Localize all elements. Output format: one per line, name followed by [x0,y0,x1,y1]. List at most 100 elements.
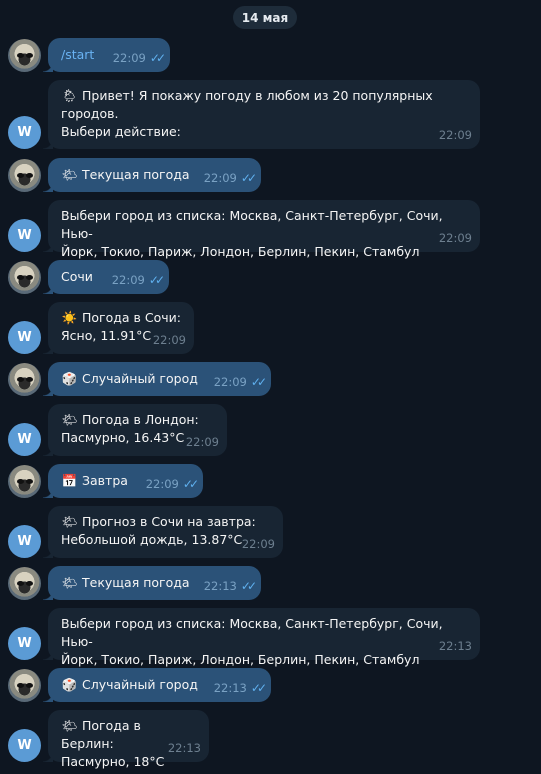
bot-avatar[interactable]: W [8,525,41,558]
bot-avatar[interactable]: W [8,627,41,660]
emoji-icon: 🌤 [61,718,78,733]
user-avatar[interactable] [8,567,41,600]
message-time: 22:13 [438,639,472,653]
emoji-icon: 🎲 [61,371,78,386]
message-body: Случайный город [82,677,198,692]
message-time: 22:09 [185,435,219,449]
message-row: W 🌤 Прогноз в Сочи на завтра: Небольшой до… [0,506,541,558]
message-time: 22:09 [152,333,186,347]
bubble-tail [43,139,53,149]
message-body: Прогноз в Сочи на завтра: Небольшой дожд… [61,514,256,547]
outgoing-message[interactable]: 📅 Завтра 22:09 ✓✓ [43,464,203,498]
read-check-icon: ✓✓ [240,579,257,593]
message-body: Погода в Лондон: Пасмурно, 16.43°C [61,412,199,445]
message-meta: 22:09 [186,433,219,451]
outgoing-message[interactable]: 🎲 Случайный город 22:09 ✓✓ [43,362,271,396]
message-row: 🎲 Случайный город 22:09 ✓✓ [0,362,541,396]
date-label: 14 мая [241,10,289,25]
bot-avatar[interactable]: W [8,321,41,354]
message-meta: 22:13 [168,739,201,757]
bubble-tail [43,344,53,354]
incoming-message[interactable]: 🌤 Прогноз в Сочи на завтра: Небольшой дож… [43,506,283,558]
message-text: Выбери город из списка: Москва, Санкт-Пе… [61,207,468,261]
message-text: 🌤 Прогноз в Сочи на завтра: Небольшой дож… [61,513,271,549]
outgoing-message[interactable]: Сочи 22:09 ✓✓ [43,260,169,294]
read-check-icon: ✓✓ [149,51,166,65]
bot-avatar-letter: W [17,738,32,753]
bubble-tail [43,548,53,558]
message-row: 🌤 Текущая погода 22:13 ✓✓ [0,566,541,600]
message-row: W 🌤 Погода в Берлин: Пасмурно, 18°C 22:13 [0,710,541,769]
user-avatar[interactable] [8,363,41,396]
message-time: 22:09 [438,231,472,245]
bot-avatar[interactable]: W [8,116,41,149]
incoming-message[interactable]: 🌦 Привет! Я покажу погоду в любом из 20 п… [43,80,480,149]
message-meta: 22:09 ✓✓ [203,169,257,187]
message-body: Выбери город из списка: Москва, Санкт-Пе… [61,616,443,667]
message-time: 22:09 [112,51,146,65]
user-avatar[interactable] [8,465,41,498]
message-meta: 22:09 [439,126,472,144]
user-avatar[interactable] [8,159,41,192]
emoji-icon: 🌤 [61,167,78,182]
message-body: Случайный город [82,371,198,386]
bot-avatar-letter: W [17,534,32,549]
outgoing-message[interactable]: 🌤 Текущая погода 22:13 ✓✓ [43,566,261,600]
bubble-tail [43,650,53,660]
bot-avatar-letter: W [17,125,32,140]
message-row: W 🌦 Привет! Я покажу погоду в любом из 20 … [0,80,541,149]
emoji-icon: 🎲 [61,677,78,692]
incoming-message[interactable]: Выбери город из списка: Москва, Санкт-Пе… [43,200,480,259]
message-row: W 🌤 Погода в Лондон: Пасмурно, 16.43°C 22:0… [0,404,541,456]
user-avatar[interactable] [8,261,41,294]
message-row: Сочи 22:09 ✓✓ [0,260,541,294]
outgoing-message[interactable]: 🎲 Случайный город 22:13 ✓✓ [43,668,271,702]
message-meta: 22:09 ✓✓ [112,49,166,67]
message-row: W Выбери город из списка: Москва, Санкт-П… [0,608,541,667]
bubble-tail [43,752,53,762]
message-time: 22:09 [111,273,145,287]
message-time: 22:09 [203,171,237,185]
bot-avatar[interactable]: W [8,423,41,456]
message-row: W ☀️ Погода в Сочи: Ясно, 11.91°C 22:09 [0,302,541,354]
message-text: Выбери город из списка: Москва, Санкт-Пе… [61,615,468,669]
message-row: 🎲 Случайный город 22:13 ✓✓ [0,668,541,702]
message-row: W Выбери город из списка: Москва, Санкт-П… [0,200,541,259]
read-check-icon: ✓✓ [148,273,165,287]
read-check-icon: ✓✓ [250,681,267,695]
read-check-icon: ✓✓ [240,171,257,185]
bot-avatar-letter: W [17,228,32,243]
bubble-tail [43,488,53,498]
read-check-icon: ✓✓ [250,375,267,389]
message-body: Текущая погода [82,167,190,182]
incoming-message[interactable]: 🌤 Погода в Берлин: Пасмурно, 18°C 22:13 [43,710,209,769]
emoji-icon: 🌤 [61,412,78,427]
outgoing-message[interactable]: 🌤 Текущая погода 22:09 ✓✓ [43,158,261,192]
message-time: 22:13 [203,579,237,593]
bubble-tail [43,62,53,72]
bubble-tail [43,242,53,252]
incoming-message[interactable]: 🌤 Погода в Лондон: Пасмурно, 16.43°C 22:09 [43,404,227,456]
message-body[interactable]: /start [61,47,94,62]
outgoing-message[interactable]: /start 22:09 ✓✓ [43,38,170,72]
bot-avatar[interactable]: W [8,219,41,252]
read-check-icon: ✓✓ [182,477,199,491]
message-meta: 22:13 [439,637,472,655]
message-text: 🌦 Привет! Я покажу погоду в любом из 20 п… [61,87,468,141]
bubble-tail [43,182,53,192]
bubble-tail [43,284,53,294]
bot-avatar[interactable]: W [8,729,41,762]
bot-avatar-letter: W [17,432,32,447]
bubble-tail [43,692,53,702]
user-avatar[interactable] [8,39,41,72]
message-meta: 22:13 ✓✓ [214,679,267,697]
message-meta: 22:09 [242,535,275,553]
user-avatar[interactable] [8,669,41,702]
incoming-message[interactable]: Выбери город из списка: Москва, Санкт-Пе… [43,608,480,667]
message-meta: 22:13 ✓✓ [203,577,257,595]
incoming-message[interactable]: ☀️ Погода в Сочи: Ясно, 11.91°C 22:09 [43,302,194,354]
message-time: 22:09 [145,477,179,491]
message-meta: 22:09 ✓✓ [111,271,165,289]
message-body: Привет! Я покажу погоду в любом из 20 по… [61,88,433,139]
message-meta: 22:09 [439,229,472,247]
